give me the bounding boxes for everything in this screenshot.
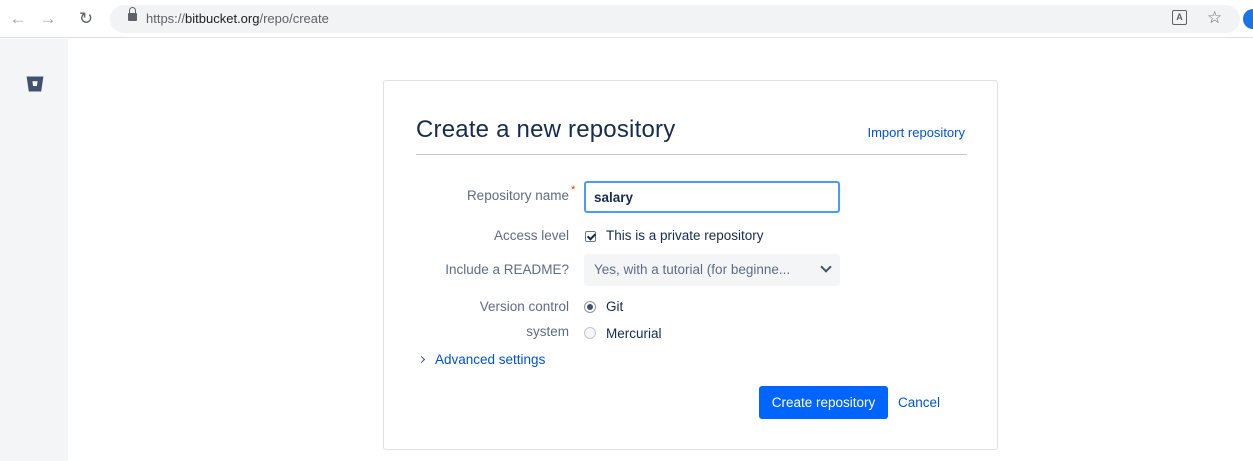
title-divider (416, 154, 967, 155)
git-radio-label[interactable]: Git (606, 299, 623, 314)
chevron-down-icon (820, 261, 832, 273)
chevron-right-icon[interactable] (417, 355, 426, 364)
repository-name-input[interactable] (584, 181, 840, 213)
readme-select[interactable]: Yes, with a tutorial (for beginne... (584, 254, 840, 286)
private-repository-label[interactable]: This is a private repository (606, 228, 764, 243)
mercurial-radio[interactable] (584, 327, 596, 339)
create-repository-button[interactable]: Create repository (759, 386, 888, 419)
import-repository-link[interactable]: Import repository (867, 125, 965, 140)
vcs-label-line1: Version control (479, 299, 569, 314)
sidebar (0, 39, 68, 461)
reload-icon[interactable]: ↻ (76, 9, 96, 29)
arrow-left-icon[interactable]: ← (8, 9, 28, 29)
arrow-right-icon[interactable]: → (38, 9, 58, 29)
profile-avatar[interactable] (1243, 9, 1253, 29)
readme-label: Include a README? (445, 262, 569, 277)
bitbucket-logo-icon[interactable] (26, 76, 44, 92)
translate-icon[interactable]: A (1172, 10, 1187, 25)
browser-toolbar: ← → ↻ https://bitbucket.org/repo/create … (0, 0, 1253, 38)
mercurial-radio-label[interactable]: Mercurial (606, 326, 662, 341)
private-repository-checkbox[interactable] (585, 231, 596, 242)
repository-name-label: Repository name (466, 188, 569, 203)
access-level-label: Access level (493, 228, 569, 243)
page-title: Create a new repository (416, 116, 676, 143)
url-text[interactable]: https://bitbucket.org/repo/create (146, 11, 329, 26)
address-bar[interactable]: https://bitbucket.org/repo/create (110, 5, 1240, 33)
lock-icon (128, 7, 137, 21)
required-marker: * (571, 184, 576, 196)
git-radio[interactable] (584, 301, 596, 313)
cancel-link[interactable]: Cancel (898, 395, 940, 410)
create-repository-dialog: Create a new repository Import repositor… (383, 80, 998, 450)
advanced-settings-link[interactable]: Advanced settings (435, 352, 545, 367)
vcs-label-line2: system (526, 324, 569, 339)
readme-selected-value: Yes, with a tutorial (for beginne... (594, 262, 791, 277)
star-icon[interactable]: ☆ (1207, 8, 1222, 28)
